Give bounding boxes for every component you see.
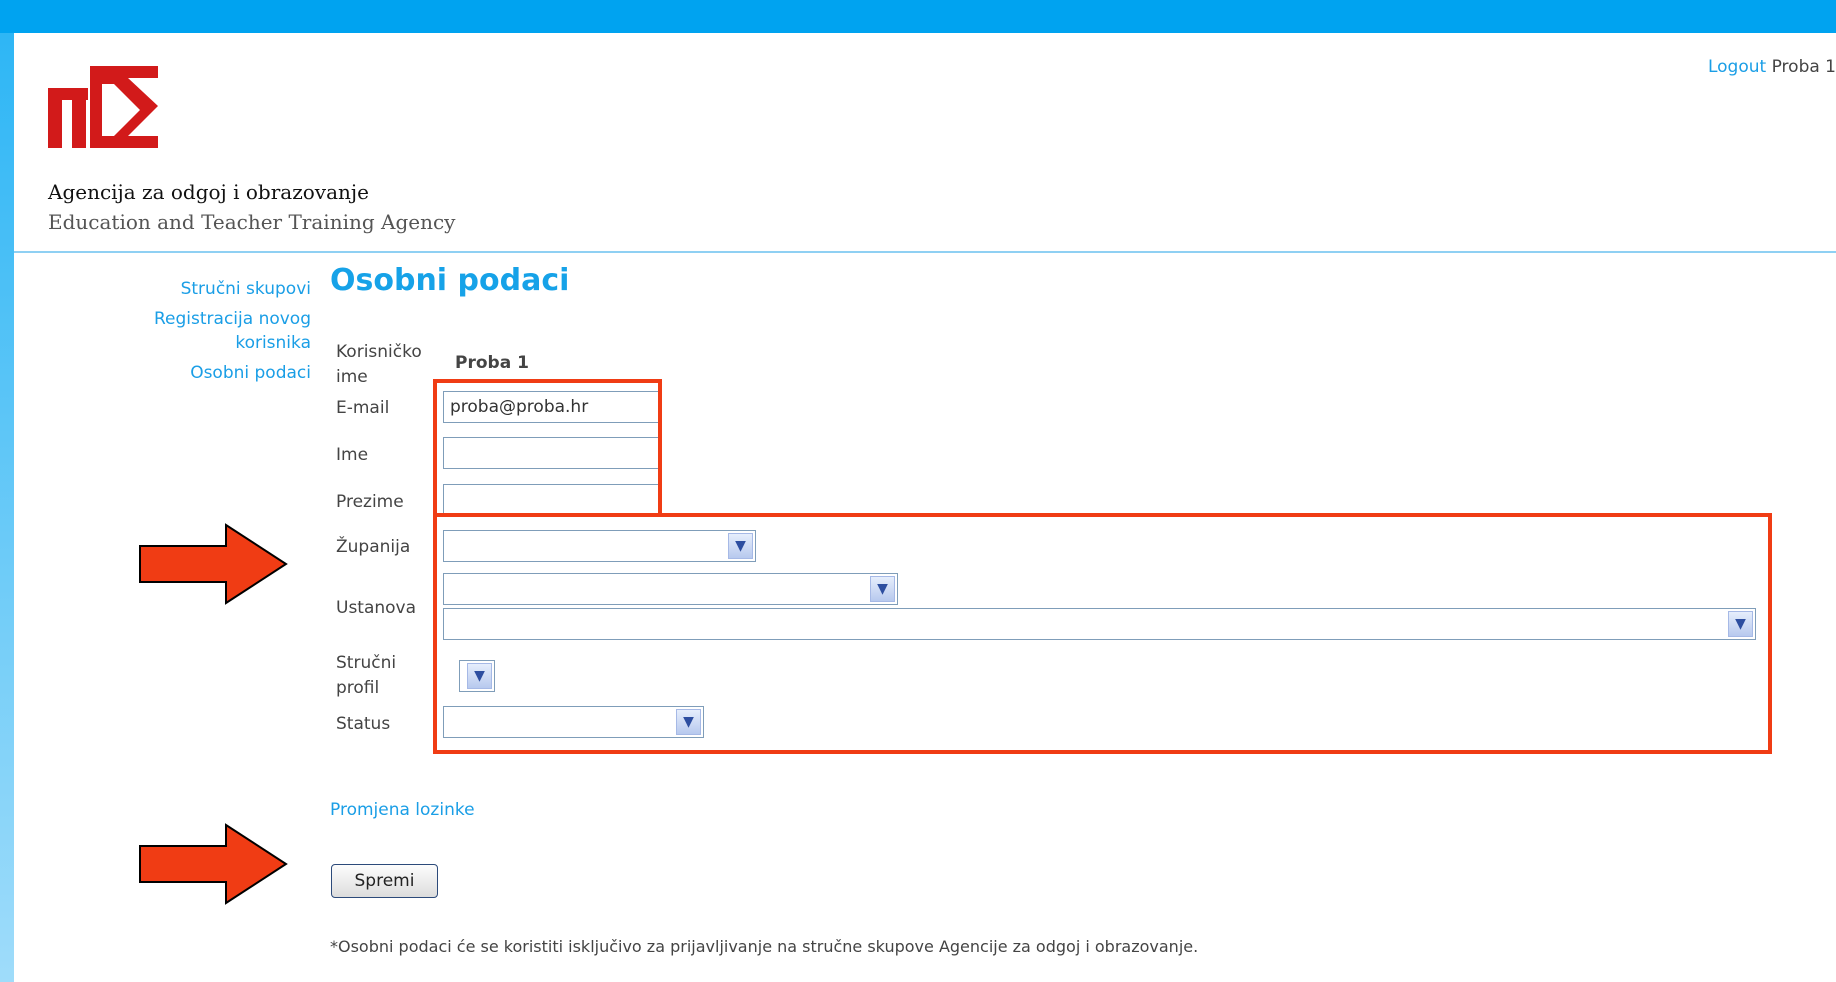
strucni-profil-label: Stručni profil (336, 653, 397, 698)
username-value: Proba 1 (455, 353, 529, 373)
sidebar-item-registracija[interactable]: Registracija novog korisnika (154, 309, 311, 353)
agency-name-en: Education and Teacher Training Agency (48, 210, 456, 234)
status-label: Status (336, 714, 391, 734)
zupanija-label: Županija (336, 537, 411, 557)
top-bar (0, 0, 1836, 33)
header-divider (14, 251, 1836, 253)
highlight-box-personal (433, 379, 662, 517)
ime-label: Ime (336, 445, 369, 465)
sidebar-item-strucni-skupovi[interactable]: Stručni skupovi (181, 279, 311, 299)
agency-name-hr: Agencija za odgoj i obrazovanje (48, 180, 369, 204)
red-arrow-icon (139, 523, 288, 605)
ustanova-label: Ustanova (336, 598, 417, 618)
prezime-label: Prezime (336, 492, 404, 512)
user-area: Logout Proba 1 (1708, 57, 1836, 77)
email-label: E-mail (336, 398, 390, 418)
page-title: Osobni podaci (330, 263, 570, 298)
save-button[interactable]: Spremi (331, 864, 438, 898)
left-accent-bar (0, 33, 14, 982)
sidebar-item-osobni-podaci[interactable]: Osobni podaci (190, 363, 311, 383)
sidebar-nav: Stručni skupovi Registracija novog koris… (111, 277, 311, 391)
logout-link[interactable]: Logout (1708, 57, 1766, 77)
current-user-name: Proba 1 (1771, 57, 1836, 77)
privacy-footnote: *Osobni podaci će se koristiti isključiv… (330, 937, 1199, 956)
highlight-box-selects (433, 513, 1772, 754)
agency-logo (48, 58, 160, 153)
red-arrow-icon (139, 823, 288, 905)
change-password-link[interactable]: Promjena lozinke (330, 800, 475, 820)
